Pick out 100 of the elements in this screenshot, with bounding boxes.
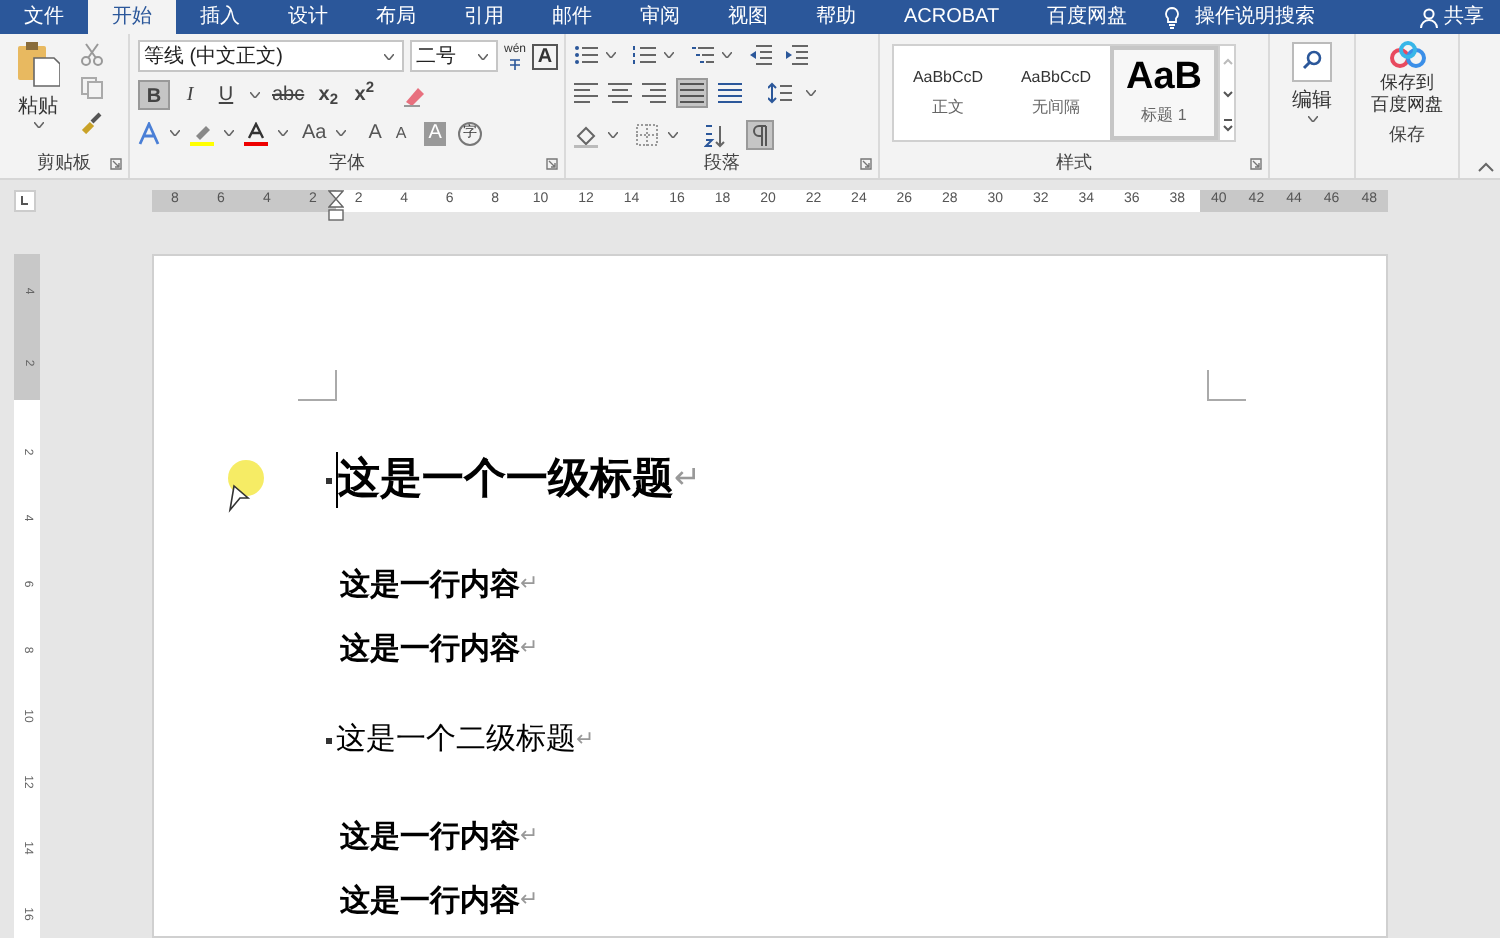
caret-icon[interactable] [608, 132, 618, 138]
cloud-icon [1387, 40, 1427, 72]
ribbon-tab[interactable]: 审阅 [616, 0, 704, 34]
numbering-icon[interactable] [632, 44, 656, 66]
format-button[interactable]: B [138, 80, 170, 110]
justify-button[interactable] [676, 78, 708, 108]
pilcrow-icon [750, 124, 770, 146]
caret-icon[interactable] [278, 130, 288, 136]
change-case-button[interactable]: Aa [302, 118, 327, 148]
group-label: 段落 [704, 150, 740, 177]
dialog-launcher-icon[interactable] [1250, 158, 1262, 170]
increase-indent-icon[interactable] [784, 44, 808, 66]
ribbon-tab[interactable]: 百度网盘 [1023, 0, 1152, 34]
body-text: 这是一行内容 [340, 564, 520, 604]
ribbon-tab[interactable]: 邮件 [528, 0, 616, 34]
search-icon [1292, 42, 1332, 82]
caret-icon[interactable] [668, 132, 678, 138]
margin-corner-icon [298, 370, 338, 402]
format-button[interactable]: abc [268, 80, 309, 110]
scissors-icon[interactable] [80, 42, 104, 66]
sort-icon[interactable] [704, 123, 728, 147]
caret-icon[interactable] [224, 130, 234, 136]
multilevel-list-icon[interactable] [690, 44, 714, 66]
paragraph-mark: ↵ [674, 460, 700, 500]
ribbon-tab[interactable]: 引用 [440, 0, 528, 34]
highlighter-icon[interactable] [190, 121, 214, 145]
font-name-field[interactable]: 等线 (中文正文) [138, 40, 404, 72]
caret-icon[interactable] [1307, 116, 1317, 122]
paragraph-mark: ↵ [520, 569, 538, 600]
shrink-font-button[interactable]: A [395, 121, 407, 145]
format-button[interactable]: x$_{2}$ [312, 80, 345, 110]
style-item[interactable]: AaBbCcD 无间隔 [1002, 46, 1110, 140]
font-size-field[interactable]: 二号 [410, 40, 498, 72]
indent-marker-icon[interactable] [328, 189, 344, 221]
grow-font-button[interactable]: A [368, 118, 382, 148]
line-spacing-icon[interactable] [768, 82, 792, 104]
ribbon-tab[interactable]: 布局 [352, 0, 440, 34]
paste-button[interactable]: 粘贴 [8, 40, 68, 150]
heading-text: 这是一个二级标题 [336, 720, 576, 760]
style-item[interactable]: AaBbCcD 正文 [894, 46, 1002, 140]
person-icon [1420, 7, 1438, 27]
heading-text: 这是一个一级标题 [336, 452, 674, 508]
format-button[interactable]: I [174, 80, 206, 110]
caret-icon[interactable] [33, 122, 43, 128]
margin-corner-icon [1206, 370, 1246, 402]
justify-icon [680, 82, 704, 104]
tab-selector-icon[interactable] [14, 189, 36, 211]
caret-icon[interactable] [722, 52, 732, 58]
caret-icon[interactable] [664, 52, 674, 58]
eraser-icon[interactable] [400, 83, 427, 107]
paragraph-mark: ↵ [576, 725, 594, 756]
caret-icon[interactable] [170, 130, 180, 136]
paragraph-mark: ↵ [520, 633, 538, 664]
align-right-icon[interactable] [642, 82, 666, 104]
share-button[interactable]: 共享 [1420, 0, 1484, 34]
ribbon-tab[interactable]: ACROBAT [880, 0, 1024, 34]
body-text: 这是一行内容 [340, 628, 520, 668]
caret-icon[interactable] [336, 130, 347, 136]
text-effects-icon[interactable] [138, 121, 160, 145]
paragraph-mark: ↵ [520, 885, 538, 916]
heading-marker-icon [326, 737, 332, 743]
distributed-icon[interactable] [718, 82, 742, 104]
borders-icon[interactable] [636, 124, 658, 146]
group-label: 保存 [1389, 122, 1425, 148]
collapse-ribbon-icon[interactable] [1478, 162, 1494, 172]
dialog-launcher-icon[interactable] [110, 158, 122, 170]
dialog-launcher-icon[interactable] [860, 158, 872, 170]
group-label: 样式 [1056, 150, 1092, 177]
ribbon-tab[interactable]: 文件 [0, 0, 88, 34]
caret-icon[interactable] [478, 53, 488, 59]
heading-marker-icon [326, 477, 332, 483]
ribbon-tab[interactable]: 插入 [176, 0, 264, 34]
cursor-highlight-drawing [222, 458, 266, 514]
save-to-cloud-button[interactable]: 保存到 百度网盘 [1371, 34, 1443, 116]
dialog-launcher-icon[interactable] [546, 158, 558, 170]
format-button[interactable]: x$^{2}$ [348, 80, 381, 110]
font-color-icon[interactable] [244, 121, 268, 145]
decrease-indent-icon[interactable] [748, 44, 772, 66]
ribbon-tab[interactable]: 开始 [88, 0, 176, 34]
group-label: 字体 [329, 150, 365, 177]
caret-icon[interactable] [806, 90, 816, 96]
ribbon-tab[interactable]: 设计 [264, 0, 352, 34]
caret-icon[interactable] [606, 52, 616, 58]
brush-icon[interactable] [80, 110, 104, 134]
group-label: 剪贴板 [37, 150, 91, 177]
search-hint[interactable]: 操作说明搜索 [1195, 2, 1316, 32]
format-button[interactable]: U [210, 80, 242, 110]
caret-icon[interactable] [250, 92, 260, 98]
character-border-button[interactable]: A [532, 43, 559, 69]
show-formatting-marks-button[interactable] [746, 120, 774, 150]
bullets-icon[interactable] [574, 44, 598, 66]
ribbon-tab[interactable]: 视图 [704, 0, 792, 34]
align-left-icon[interactable] [574, 82, 598, 104]
caret-icon[interactable] [384, 53, 394, 59]
body-text: 这是一行内容 [340, 816, 520, 856]
clipboard-icon [16, 40, 60, 88]
align-center-icon[interactable] [608, 82, 632, 104]
editing-button[interactable]: 编辑 [1292, 42, 1332, 122]
style-item[interactable]: AaB 标题 1 [1110, 46, 1218, 140]
ribbon-tab[interactable]: 帮助 [792, 0, 880, 34]
